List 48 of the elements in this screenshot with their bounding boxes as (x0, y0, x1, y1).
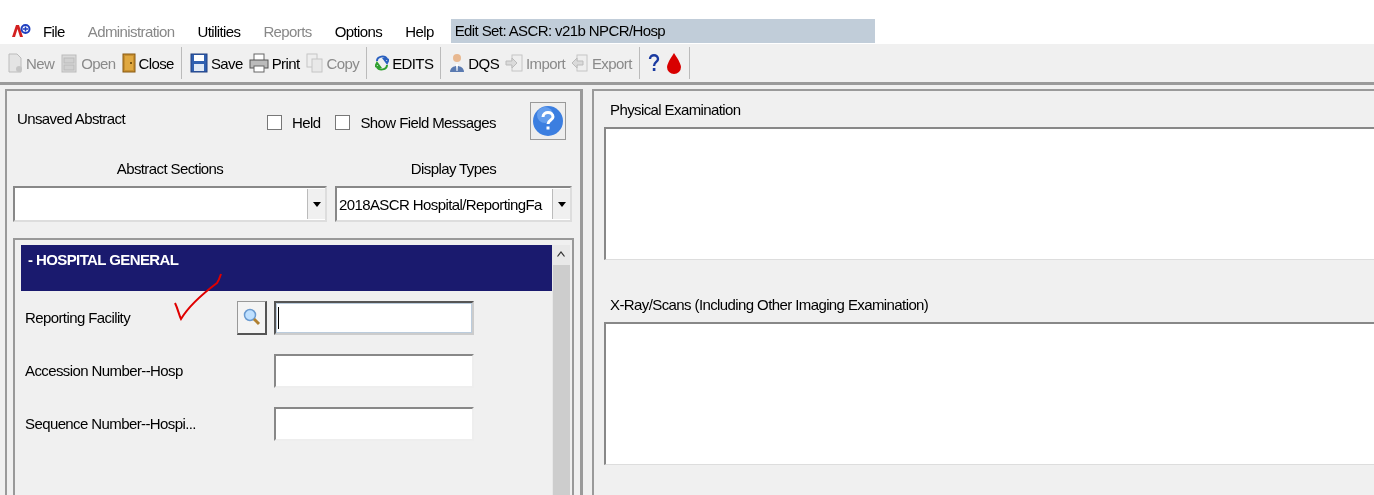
checkbox-label: Held (292, 114, 321, 131)
checkbox[interactable] (267, 115, 282, 130)
printer-icon (248, 53, 269, 73)
field-label: Accession Number--Hosp (24, 362, 184, 379)
menu-item[interactable]: Options (334, 22, 383, 40)
abstract-sections-dropdown[interactable] (13, 186, 327, 222)
input-field[interactable] (274, 406, 474, 441)
display-types-dropdown[interactable]: 2018ASCR Hospital/ReportingFa (335, 186, 572, 222)
combo-label: Display Types (410, 160, 497, 178)
toolbar-button[interactable]: DQS (446, 48, 503, 78)
door-icon (121, 53, 136, 73)
app-logo-icon (11, 22, 31, 40)
toolbar-button[interactable]: EDITS (372, 48, 437, 78)
text-area-label: X-Ray/Scans (Including Other Imaging Examination) (609, 296, 930, 315)
blood-drop-icon (665, 52, 682, 74)
input-field[interactable] (274, 353, 474, 388)
dropdown-arrow-icon (557, 201, 566, 207)
scroll-up-icon (557, 251, 565, 257)
help-icon (647, 53, 660, 73)
checkbox-label: Show Field Messages (360, 114, 496, 131)
menu-item[interactable]: Help (405, 22, 434, 40)
help-icon (532, 105, 564, 137)
combo-label: Abstract Sections (116, 160, 224, 178)
edit-set-label: Edit Set: ASCR: v21b NPCR/Hosp (450, 19, 875, 43)
person-icon (449, 53, 466, 73)
toolbar-button[interactable]: Print (245, 48, 303, 78)
toolbar-button[interactable]: Save (186, 48, 246, 78)
copy-icon (305, 53, 324, 73)
input-field[interactable] (274, 300, 474, 335)
lookup-button[interactable] (237, 300, 267, 335)
section-header: - HOSPITAL GENERAL (21, 245, 552, 291)
field-label: Sequence Number--Hospi... (24, 415, 197, 432)
document-icon (7, 53, 23, 73)
refresh-arrows-icon (375, 53, 390, 73)
toolbar-button[interactable]: Close (118, 48, 177, 78)
dropdown-arrow-icon (312, 201, 321, 207)
vertical-scrollbar[interactable] (552, 245, 570, 495)
menu-item[interactable]: Utilities (197, 22, 241, 40)
magnifier-icon (242, 308, 261, 326)
abstract-status: Unsaved Abstract (17, 110, 127, 127)
checkbox[interactable] (335, 115, 351, 130)
import-icon (505, 53, 524, 73)
menu-item[interactable]: File (43, 22, 65, 40)
help-button[interactable] (530, 102, 566, 140)
export-icon (570, 53, 589, 73)
field-label: Reporting Facility (24, 309, 132, 326)
text-area-label: Physical Examination (609, 101, 742, 120)
cabinet-icon (60, 53, 79, 73)
